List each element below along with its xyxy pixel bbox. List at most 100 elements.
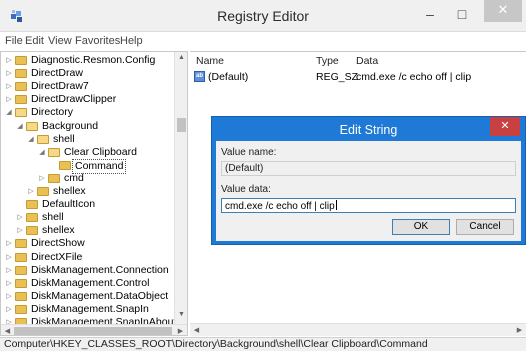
tree-item[interactable]: ◢ Background: [1, 120, 177, 133]
menu-favorites[interactable]: Favorites: [75, 35, 120, 47]
collapsed-arrow-icon[interactable]: ▷: [5, 80, 13, 93]
tree-item[interactable]: ▷ cmd: [1, 172, 177, 185]
tree-item[interactable]: ◢ Clear Clipboard: [1, 146, 177, 159]
menu-bar: File Edit View Favorites Help: [0, 32, 526, 50]
tree-item[interactable]: ▷ DirectDraw: [1, 67, 177, 80]
scroll-down-arrow-icon[interactable]: ▼: [175, 311, 187, 318]
tree-item[interactable]: ▷ DirectDrawClipper: [1, 93, 177, 106]
tree-horizontal-scrollbar[interactable]: ◀ ▶: [1, 324, 187, 335]
maximize-button[interactable]: □: [448, 4, 476, 26]
tree-item-label: DefaultIcon: [42, 198, 96, 211]
scroll-right-arrow-icon[interactable]: ▶: [174, 327, 187, 335]
open-folder-icon: [48, 147, 60, 157]
column-header-data[interactable]: Data: [356, 55, 378, 67]
cancel-button[interactable]: Cancel: [456, 219, 514, 235]
tree-item-label: shellex: [42, 224, 75, 237]
dialog-close-button[interactable]: ✕: [490, 117, 520, 136]
expanded-arrow-icon[interactable]: ◢: [16, 120, 24, 133]
tree-item-label: DirectDrawClipper: [31, 93, 117, 106]
tree-item[interactable]: ▷ shell: [1, 211, 177, 224]
tree-item[interactable]: Command: [1, 158, 177, 174]
tree-item[interactable]: ▷ shellex: [1, 185, 177, 198]
collapsed-arrow-icon[interactable]: ▷: [16, 224, 24, 237]
collapsed-arrow-icon[interactable]: ▷: [5, 93, 13, 106]
folder-icon: [26, 213, 38, 223]
menu-view[interactable]: View: [48, 35, 72, 47]
expanded-arrow-icon[interactable]: ◢: [38, 146, 46, 159]
tree-item[interactable]: ◢ Directory: [1, 106, 177, 119]
value-data-cell: cmd.exe /c echo off | clip: [356, 71, 472, 83]
tree-item-label: shell: [42, 211, 64, 224]
folder-icon: [59, 160, 71, 170]
tree-item[interactable]: ▷ DiskManagement.DataObject: [1, 290, 177, 303]
scroll-left-arrow-icon[interactable]: ◀: [1, 327, 14, 335]
folder-icon: [37, 187, 49, 196]
collapsed-arrow-icon[interactable]: ▷: [5, 303, 13, 316]
folder-icon: [15, 82, 27, 92]
registry-tree[interactable]: ▷ Diagnostic.Resmon.Config ▷ DirectDraw ▷ Dir…: [0, 51, 188, 336]
folder-icon: [15, 291, 27, 301]
menu-help[interactable]: Help: [120, 35, 143, 47]
tree-vertical-scrollbar[interactable]: ▲ ▼: [174, 52, 187, 324]
tree-item[interactable]: ▷ DirectShow: [1, 237, 177, 250]
tree-item-label: shell: [53, 132, 75, 145]
folder-icon: [15, 239, 27, 249]
tree-item-label: DirectDraw: [31, 67, 83, 80]
scroll-left-arrow-icon[interactable]: ◀: [190, 326, 203, 334]
list-horizontal-scrollbar[interactable]: ◀ ▶: [190, 323, 526, 336]
tree-item[interactable]: ▷ DirectXFile: [1, 251, 177, 264]
collapsed-arrow-icon[interactable]: ▷: [5, 67, 13, 80]
collapsed-arrow-icon[interactable]: ▷: [5, 264, 13, 277]
value-data-input[interactable]: cmd.exe /c echo off | clip: [221, 198, 516, 213]
value-name-label: Value name:: [221, 147, 277, 158]
folder-icon: [15, 69, 27, 79]
collapsed-arrow-icon[interactable]: ▷: [16, 211, 24, 224]
tree-item-label: DiskManagement.Control: [31, 276, 150, 289]
value-data-text: cmd.exe /c echo off | clip: [225, 201, 335, 212]
close-button[interactable]: ✕: [484, 0, 522, 22]
collapsed-arrow-icon[interactable]: ▷: [5, 54, 13, 67]
expanded-arrow-icon[interactable]: ◢: [27, 133, 35, 146]
tree-item[interactable]: ▷ DiskManagement.Connection: [1, 264, 177, 277]
tree-item-label: DirectShow: [31, 237, 85, 250]
menu-file[interactable]: File: [5, 35, 23, 47]
scroll-right-arrow-icon[interactable]: ▶: [513, 326, 526, 334]
folder-icon: [48, 173, 60, 183]
folder-icon: [15, 278, 27, 288]
text-caret: [335, 200, 337, 210]
collapsed-arrow-icon[interactable]: ▷: [5, 277, 13, 290]
string-value-icon: ab: [194, 71, 205, 82]
collapsed-arrow-icon[interactable]: ▷: [5, 290, 13, 303]
tree-horizontal-scroll-thumb[interactable]: [14, 327, 172, 335]
column-header-type[interactable]: Type: [316, 55, 339, 67]
tree-item[interactable]: ▷ shellex: [1, 224, 177, 237]
collapsed-arrow-icon[interactable]: ▷: [38, 172, 46, 185]
tree-item[interactable]: ▷ DiskManagement.SnapIn: [1, 303, 177, 316]
scroll-up-arrow-icon[interactable]: ▲: [175, 54, 187, 61]
tree-item[interactable]: ▷ DirectDraw7: [1, 80, 177, 93]
tree-item-label: Diagnostic.Resmon.Config: [31, 54, 156, 66]
collapsed-arrow-icon[interactable]: ▷: [5, 251, 13, 264]
tree-item-label: cmd: [64, 171, 84, 184]
folder-icon: [15, 265, 27, 275]
tree-item-label: DiskManagement.SnapIn: [31, 302, 149, 315]
tree-item[interactable]: DefaultIcon: [1, 198, 177, 211]
ok-button[interactable]: OK: [392, 219, 450, 235]
tree-item[interactable]: ▷ DiskManagement.Control: [1, 277, 177, 290]
open-folder-icon: [26, 121, 38, 131]
tree-vertical-scroll-thumb[interactable]: [177, 118, 186, 132]
expanded-arrow-icon[interactable]: ◢: [5, 106, 13, 119]
value-name-cell[interactable]: (Default): [208, 71, 248, 83]
value-name-field: (Default): [221, 161, 516, 176]
folder-icon: [15, 56, 27, 65]
tree-item[interactable]: ◢ shell: [1, 133, 177, 146]
edit-string-dialog: Edit String ✕ Value name: (Default) Valu…: [211, 116, 526, 245]
collapsed-arrow-icon[interactable]: ▷: [27, 185, 35, 198]
menu-edit[interactable]: Edit: [25, 35, 44, 47]
column-header-name[interactable]: Name: [196, 55, 224, 67]
folder-icon: [15, 252, 27, 262]
tree-item-label: Directory: [31, 106, 74, 119]
tree-item[interactable]: ▷ Diagnostic.Resmon.Config: [1, 54, 177, 67]
minimize-button[interactable]: –: [416, 4, 444, 26]
collapsed-arrow-icon[interactable]: ▷: [5, 237, 13, 250]
